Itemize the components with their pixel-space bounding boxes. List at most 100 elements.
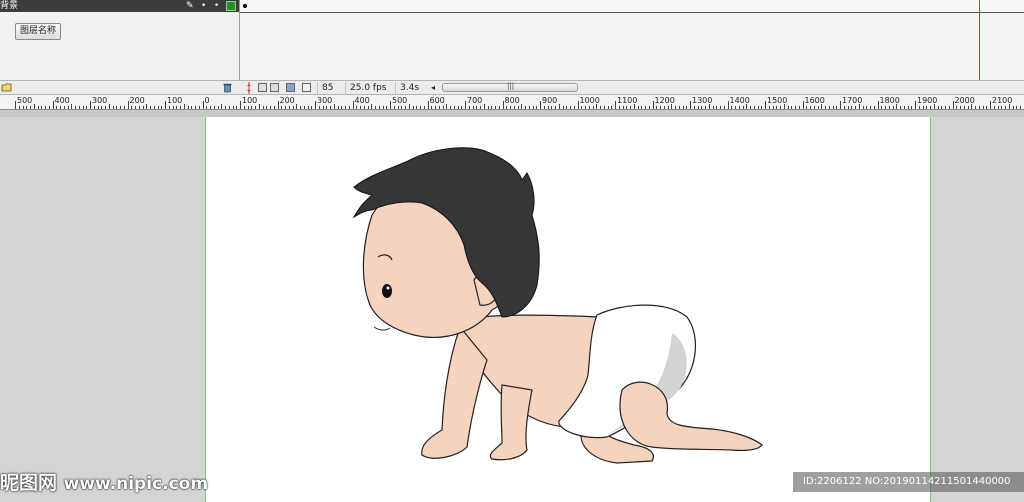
horizontal-scrollbar[interactable]: ||| [442, 82, 578, 92]
ruler-minor-tick [232, 106, 234, 109]
ruler-minor-tick [701, 106, 703, 109]
ruler-minor-tick [367, 106, 369, 109]
outline-color-icon[interactable] [226, 1, 236, 11]
ruler-minor-tick [251, 106, 253, 109]
ruler-minor-tick [82, 106, 84, 109]
ruler-minor-tick [247, 106, 249, 109]
ruler-minor-tick [86, 106, 88, 109]
ruler-minor-tick [870, 106, 871, 109]
ruler-minor-tick [397, 106, 399, 109]
ruler-minor-tick [997, 106, 999, 109]
ruler-minor-tick [206, 106, 208, 109]
ruler-minor-tick [641, 106, 643, 109]
ruler-minor-tick [885, 106, 886, 109]
onion-outline-icon[interactable] [270, 83, 279, 92]
frames-area[interactable] [240, 0, 1024, 80]
ruler-minor-tick [618, 106, 620, 109]
onion-markers-icon[interactable] [302, 83, 311, 92]
ruler-minor-tick [675, 106, 676, 109]
ruler-minor-tick [161, 106, 163, 109]
layer-name-button[interactable]: 图层名称 [15, 23, 62, 40]
ruler-minor-tick [780, 106, 781, 109]
frame-row[interactable] [240, 0, 1024, 13]
visibility-dot-icon[interactable]: • [201, 0, 206, 12]
ruler-minor-tick [318, 106, 320, 109]
ruler-minor-tick [67, 106, 69, 109]
new-layer-icon[interactable] [1, 82, 12, 93]
ruler-minor-tick [510, 106, 511, 109]
ruler-minor-tick [476, 106, 478, 109]
ruler-minor-tick [566, 106, 568, 109]
ruler-minor-tick [262, 106, 264, 109]
ruler-major-tick [915, 101, 916, 109]
ruler-minor-tick [225, 106, 226, 109]
ruler-minor-tick [941, 106, 943, 109]
frame-rate-field[interactable]: 25.0 fps [345, 82, 390, 94]
playhead[interactable] [979, 0, 980, 80]
ruler-minor-tick [795, 106, 796, 109]
scroll-grip-icon[interactable]: ||| [507, 82, 514, 90]
ruler-minor-tick [532, 106, 534, 109]
ruler-minor-tick [438, 106, 440, 109]
ruler-minor-tick [896, 104, 898, 109]
crawling-baby-illustration[interactable] [352, 145, 764, 470]
ruler-minor-tick [60, 106, 61, 109]
current-frame-field[interactable]: 85 [317, 82, 348, 94]
ruler-minor-tick [1012, 106, 1014, 109]
ruler-label: 300 [317, 96, 333, 105]
ruler-minor-tick [168, 106, 170, 109]
onion-skin-icon[interactable] [258, 83, 267, 92]
ruler-minor-tick [963, 106, 965, 109]
ruler-minor-tick [825, 106, 826, 109]
horizontal-ruler[interactable]: 500 400 300 200 100 0 100 200 300 400 500 600 700 800… [0, 95, 1024, 110]
ruler-minor-tick [468, 106, 470, 109]
ruler-minor-tick [356, 106, 358, 109]
ruler-minor-tick [195, 106, 196, 109]
ruler-minor-tick [750, 106, 751, 109]
ruler-minor-tick [956, 106, 958, 109]
ruler-minor-tick [457, 106, 459, 109]
ruler-minor-tick [45, 106, 46, 109]
ruler-minor-tick [93, 106, 95, 109]
ruler-minor-tick [461, 106, 463, 109]
ruler-minor-tick [450, 106, 451, 109]
ruler-minor-tick [187, 106, 189, 109]
ruler-major-tick [52, 101, 54, 109]
ruler-minor-tick [401, 106, 403, 109]
ruler-minor-tick [832, 106, 834, 109]
trash-icon[interactable] [222, 82, 233, 93]
ruler-minor-tick [483, 104, 485, 109]
ruler-minor-tick [292, 106, 294, 109]
layer-name[interactable]: 背景 [0, 0, 18, 12]
ruler-major-tick [127, 101, 129, 109]
ruler-minor-tick [603, 106, 605, 109]
layer-row-background[interactable]: 背景 ✎ • • [0, 0, 239, 12]
center-frame-icon[interactable] [245, 82, 253, 94]
ruler-minor-tick [18, 106, 20, 109]
lock-dot-icon[interactable]: • [214, 0, 219, 12]
ruler-minor-tick [26, 106, 28, 109]
ruler-label: 300 [92, 96, 108, 105]
ruler-major-tick [165, 101, 166, 109]
ruler-label: 900 [542, 96, 558, 105]
keyframe-dot[interactable] [243, 4, 247, 8]
ruler-minor-tick [285, 106, 286, 109]
ruler-major-tick [202, 101, 204, 109]
ruler-minor-tick [903, 106, 905, 109]
ruler-minor-tick [772, 106, 774, 109]
ruler-major-tick [577, 101, 579, 109]
ruler-minor-tick [112, 106, 114, 109]
ruler-label: 200 [129, 96, 145, 105]
ruler-minor-tick [581, 106, 583, 109]
edit-multiple-frames-icon[interactable] [286, 83, 295, 92]
ruler-minor-tick [705, 106, 706, 109]
scroll-left-icon[interactable]: ◂ [431, 82, 435, 94]
ruler-minor-tick [1001, 106, 1003, 109]
pencil-icon[interactable]: ✎ [186, 0, 194, 12]
ruler-label: 100 [167, 96, 183, 105]
ruler-minor-tick [776, 106, 778, 109]
ruler-minor-tick [236, 106, 238, 109]
ruler-minor-tick [176, 106, 178, 109]
ruler-minor-tick [221, 104, 223, 109]
elapsed-time-field[interactable]: 3.4s [395, 82, 430, 94]
